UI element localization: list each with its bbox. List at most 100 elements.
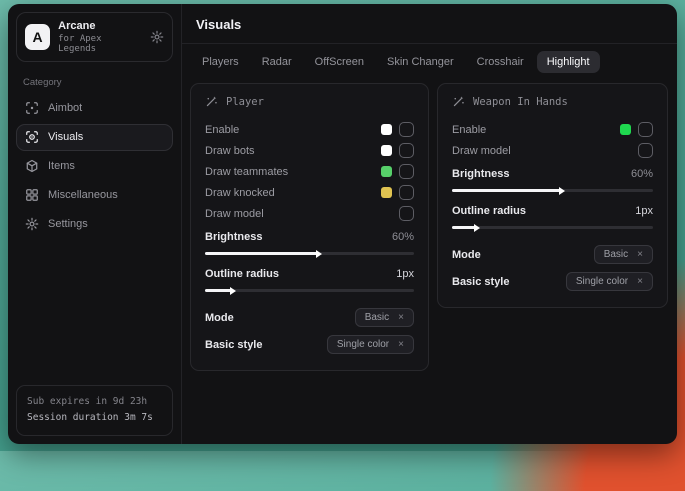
wand-icon xyxy=(452,95,465,108)
sidebar-item-aimbot[interactable]: Aimbot xyxy=(16,95,173,122)
remove-icon[interactable]: × xyxy=(398,312,404,323)
card-header: Weapon In Hands xyxy=(452,95,653,108)
remove-icon[interactable]: × xyxy=(398,339,404,350)
sidebar-item-label: Aimbot xyxy=(48,102,82,114)
toggle-label: Enable xyxy=(205,124,239,136)
sidebar-item-visuals[interactable]: Visuals xyxy=(16,124,173,151)
checkbox[interactable] xyxy=(399,164,414,179)
checkbox[interactable] xyxy=(638,122,653,137)
cards-container: Player Enable Draw bots Draw teammates Draw … xyxy=(182,77,677,377)
remove-icon[interactable]: × xyxy=(637,276,643,287)
app-logo: A xyxy=(25,24,50,50)
remove-icon[interactable]: × xyxy=(637,249,643,260)
slider-value: 60% xyxy=(392,231,414,243)
checkbox[interactable] xyxy=(399,206,414,221)
checkbox[interactable] xyxy=(399,143,414,158)
slider-track[interactable] xyxy=(205,252,414,255)
checkbox[interactable] xyxy=(399,122,414,137)
slider-labels: Brightness 60% xyxy=(452,168,653,180)
toggle-row: Enable xyxy=(452,119,653,140)
slider-row: Brightness 60% xyxy=(452,168,653,192)
toggle-controls xyxy=(381,185,414,200)
sidebar-item-settings[interactable]: Settings xyxy=(16,211,173,238)
toggle-row: Draw bots xyxy=(205,140,414,161)
checkbox[interactable] xyxy=(399,185,414,200)
app-header: A Arcane for Apex Legends xyxy=(16,12,173,62)
tag-label: Mode xyxy=(452,249,481,261)
color-swatch[interactable] xyxy=(381,187,392,198)
sidebar-item-label: Visuals xyxy=(48,131,83,143)
slider-label: Outline radius xyxy=(452,205,526,217)
slider-fill xyxy=(452,189,561,192)
tab-bar: PlayersRadarOffScreenSkin ChangerCrossha… xyxy=(182,44,677,77)
toggle-label: Draw model xyxy=(205,208,264,220)
sidebar-item-items[interactable]: Items xyxy=(16,153,173,180)
toggle-row: Draw teammates xyxy=(205,161,414,182)
tag-row: Basic styleSingle color× xyxy=(205,332,414,357)
slider-track[interactable] xyxy=(452,226,653,229)
subscription-status-box: Sub expires in 9d 23h Session duration 3… xyxy=(16,385,173,436)
tag-text: Basic xyxy=(365,312,389,323)
toggle-controls xyxy=(381,143,414,158)
sidebar-item-label: Items xyxy=(48,160,75,172)
color-swatch[interactable] xyxy=(620,124,631,135)
card-header: Player xyxy=(205,95,414,108)
gear-icon xyxy=(25,217,39,231)
tab-players[interactable]: Players xyxy=(192,51,249,73)
crosshair-icon xyxy=(25,101,39,115)
toggle-row: Draw knocked xyxy=(205,182,414,203)
checkbox[interactable] xyxy=(638,143,653,158)
tag-pill[interactable]: Basic × xyxy=(594,245,653,264)
toggle-label: Draw teammates xyxy=(205,166,288,178)
slider-track[interactable] xyxy=(452,189,653,192)
toggle-controls xyxy=(381,122,414,137)
eye-scan-icon xyxy=(25,130,39,144)
slider-labels: Brightness60% xyxy=(205,231,414,243)
slider-track[interactable] xyxy=(205,289,414,292)
tag-label: Basic style xyxy=(452,276,509,288)
slider-fill xyxy=(205,252,318,255)
sidebar-item-miscellaneous[interactable]: Miscellaneous xyxy=(16,182,173,209)
sidebar-item-label: Settings xyxy=(48,218,88,230)
tag-text: Basic xyxy=(604,249,628,260)
slider-value: 1px xyxy=(635,205,653,217)
slider-thumb[interactable] xyxy=(559,187,565,195)
app-subtitle: for Apex Legends xyxy=(58,34,142,54)
tab-offscreen[interactable]: OffScreen xyxy=(305,51,374,73)
slider-label: Brightness xyxy=(452,168,509,180)
tab-radar[interactable]: Radar xyxy=(252,51,302,73)
main-header: Visuals xyxy=(182,4,677,44)
toggle-controls xyxy=(399,206,414,221)
toggle-controls xyxy=(620,122,653,137)
color-swatch[interactable] xyxy=(381,145,392,156)
card-title: Weapon In Hands xyxy=(473,96,568,108)
toggle-label: Draw knocked xyxy=(205,187,275,199)
main-panel: Visuals PlayersRadarOffScreenSkin Change… xyxy=(182,4,677,444)
tab-highlight[interactable]: Highlight xyxy=(537,51,600,73)
slider-thumb[interactable] xyxy=(316,250,322,258)
tab-crosshair[interactable]: Crosshair xyxy=(467,51,534,73)
tag-pill[interactable]: Basic × xyxy=(355,308,414,327)
slider-label: Outline radius xyxy=(205,268,279,280)
tag-row: Basic style Single color× xyxy=(452,269,653,294)
sidebar: A Arcane for Apex Legends Category Aimbo… xyxy=(8,4,182,444)
slider-row: Brightness60% xyxy=(205,231,414,255)
tag-pill[interactable]: Single color × xyxy=(327,335,414,354)
color-swatch[interactable] xyxy=(381,124,392,135)
slider-value: 1px xyxy=(396,268,414,280)
page-title: Visuals xyxy=(196,17,663,32)
slider-thumb[interactable] xyxy=(230,287,236,295)
toggle-controls xyxy=(381,164,414,179)
tag-text: Single color xyxy=(337,339,389,350)
toggle-label: Enable xyxy=(452,124,486,136)
slider-fill xyxy=(205,289,232,292)
tag-pill[interactable]: Single color× xyxy=(566,272,653,291)
session-duration-text: Session duration 3m 7s xyxy=(27,410,162,427)
app-window: A Arcane for Apex Legends Category Aimbo… xyxy=(8,4,677,444)
tag-row: ModeBasic× xyxy=(205,305,414,330)
slider-thumb[interactable] xyxy=(474,224,480,232)
tab-skin-changer[interactable]: Skin Changer xyxy=(377,51,464,73)
gear-icon[interactable] xyxy=(150,30,164,44)
color-swatch[interactable] xyxy=(381,166,392,177)
slider-value: 60% xyxy=(631,168,653,180)
